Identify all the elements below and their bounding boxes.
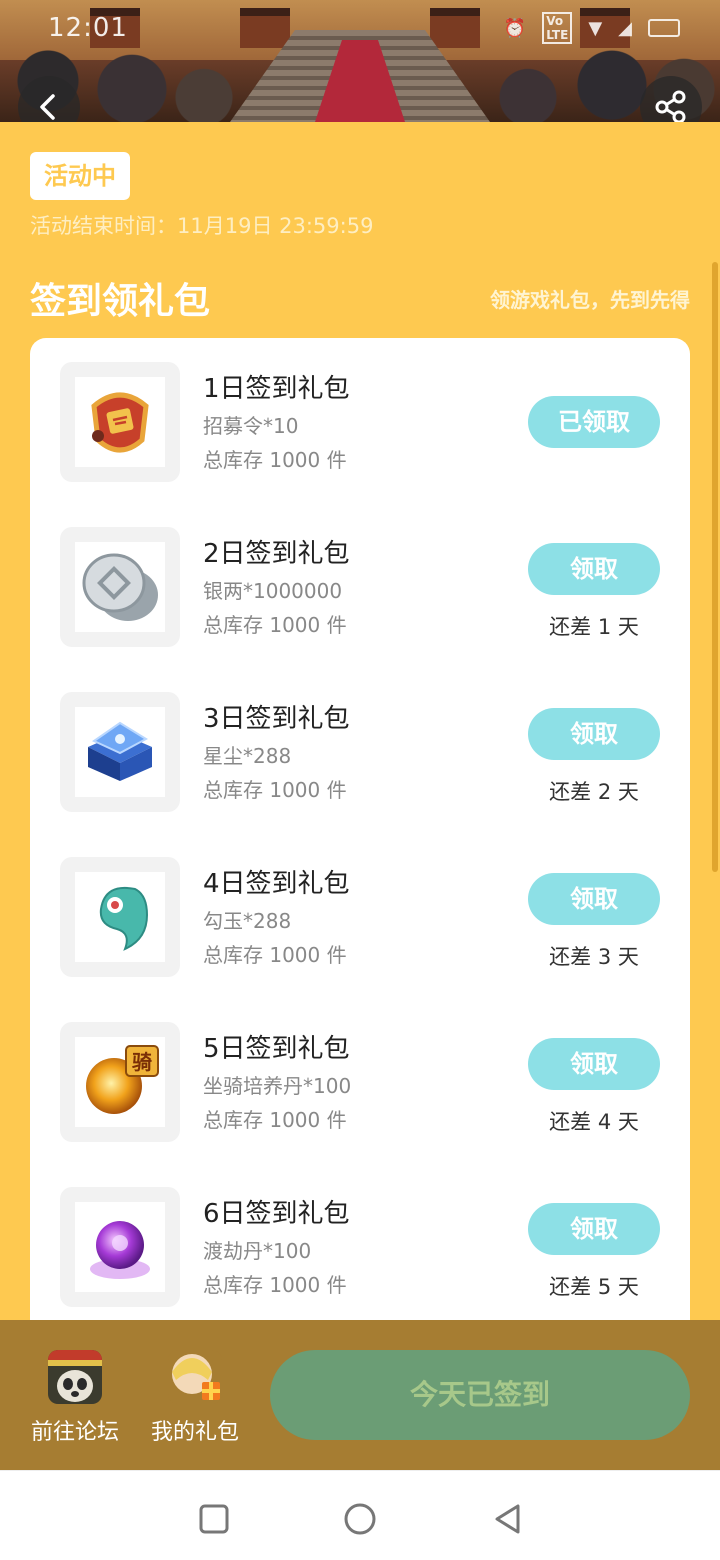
gift-row: 3日签到礼包 星尘*288 总库存 1000 件 领取 还差 2 天 [30,692,690,812]
gift-thumbnail: 骑 [60,1022,180,1142]
my-gifts-label: 我的礼包 [150,1420,239,1445]
gift-title: 3日签到礼包 [203,704,350,734]
claim-button[interactable]: 领取 [528,708,660,760]
battery-icon [648,19,680,37]
days-remaining: 还差 3 天 [549,945,639,969]
volte-icon: Vo LTE [542,12,573,44]
activity-status-badge: 活动中 [30,152,130,200]
gift-title: 5日签到礼包 [203,1034,350,1064]
days-remaining: 还差 2 天 [549,780,639,804]
scrollbar[interactable] [712,262,718,872]
gift-item: 坐骑培养丹*100 [203,1074,352,1098]
days-remaining: 还差 1 天 [549,615,639,639]
gift-row: 骑 5日签到礼包 坐骑培养丹*100 总库存 1000 件 领取 还差 4 天 [30,1022,690,1142]
recent-apps-button[interactable] [194,1499,234,1539]
gift-row: 1日签到礼包 招募令*10 总库存 1000 件 已领取 [30,362,690,482]
gift-stock: 总库存 1000 件 [203,448,347,472]
claim-button[interactable]: 领取 [528,873,660,925]
recruit-token-icon [91,392,149,453]
gift-row: 6日签到礼包 渡劫丹*100 总库存 1000 件 领取 还差 5 天 [30,1187,690,1307]
system-back-button[interactable] [488,1499,528,1539]
main-content[interactable]: 活动中 活动结束时间：11月19日 23:59:59 签到领礼包 领游戏礼包，先… [0,122,720,1322]
gift-row: 2日签到礼包 银两*1000000 总库存 1000 件 领取 还差 1 天 [30,527,690,647]
gift-title: 4日签到礼包 [203,869,350,899]
bottom-action-bar: 前往论坛 我的礼包 今天已签到 [0,1320,720,1470]
triangle-back-icon [495,1504,520,1534]
gift-row: 4日签到礼包 勾玉*288 总库存 1000 件 领取 还差 3 天 [30,857,690,977]
gift-stock: 总库存 1000 件 [203,778,347,802]
claimed-button[interactable]: 已领取 [528,396,660,448]
gift-list-card: 1日签到礼包 招募令*10 总库存 1000 件 已领取 2日签到礼包 银两*1… [30,338,690,1322]
silver-coin-icon [82,553,158,621]
gift-item: 银两*1000000 [203,579,343,603]
gift-item: 渡劫丹*100 [203,1239,312,1263]
my-gifts-icon [168,1350,222,1404]
gift-stock: 总库存 1000 件 [203,1273,347,1297]
claim-button[interactable]: 领取 [528,543,660,595]
status-icons: ⏰ Vo LTE ▼ ◢ [504,12,680,44]
gift-thumbnail [60,857,180,977]
system-nav-bar [0,1470,720,1560]
status-bar: 12:01 ⏰ Vo LTE ▼ ◢ [0,0,720,56]
header-banner: 12:01 ⏰ Vo LTE ▼ ◢ [0,0,720,122]
gift-thumbnail [60,1187,180,1307]
days-remaining: 还差 5 天 [549,1275,639,1299]
gift-title: 2日签到礼包 [203,539,350,569]
claim-button[interactable]: 领取 [528,1203,660,1255]
gift-thumbnail [60,362,180,482]
days-remaining: 还差 4 天 [549,1110,639,1134]
stardust-chest-icon [88,721,152,781]
svg-text:骑: 骑 [132,1050,152,1074]
my-gifts-button[interactable]: 我的礼包 [145,1350,245,1446]
tribulation-pill-icon [90,1221,150,1279]
gift-item: 勾玉*288 [203,909,292,933]
signed-in-today-button[interactable]: 今天已签到 [270,1350,690,1440]
share-icon [655,90,686,124]
claim-button[interactable]: 领取 [528,1038,660,1090]
gift-stock: 总库存 1000 件 [203,943,347,967]
home-button[interactable] [340,1499,380,1539]
mount-pill-icon: 骑 [86,1045,159,1114]
gift-stock: 总库存 1000 件 [203,613,347,637]
gift-thumbnail [60,692,180,812]
square-icon [199,1504,229,1534]
alarm-icon: ⏰ [503,17,527,39]
gift-stock: 总库存 1000 件 [203,1108,347,1132]
status-time: 12:01 [48,13,128,43]
signal-icon: ◢ [618,17,632,39]
game-app-icon [48,1350,102,1404]
forum-button[interactable]: 前往论坛 [25,1350,125,1446]
activity-end-time: 活动结束时间：11月19日 23:59:59 [30,214,374,238]
gift-title: 6日签到礼包 [203,1199,350,1229]
circle-icon [344,1503,376,1535]
magatama-icon [99,887,149,951]
gift-item: 招募令*10 [203,414,299,438]
gift-title: 1日签到礼包 [203,374,350,404]
gift-item: 星尘*288 [203,744,292,768]
forum-label: 前往论坛 [30,1420,119,1445]
wifi-icon: ▼ [588,17,603,39]
gift-thumbnail [60,527,180,647]
section-title: 签到领礼包 [30,281,211,322]
chevron-left-icon [40,94,55,120]
section-subtitle: 领游戏礼包，先到先得 [490,288,690,312]
